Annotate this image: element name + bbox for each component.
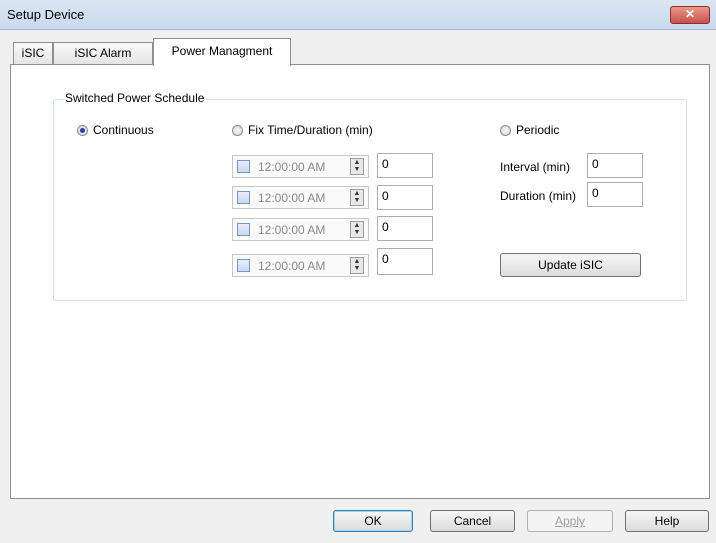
tab-panel: Switched Power Schedule Continuous Fix T…	[10, 64, 710, 499]
continuous-label: Continuous	[93, 123, 154, 137]
window-title: Setup Device	[7, 7, 85, 22]
radio-unchecked-icon	[232, 124, 243, 136]
time-value: 12:00:00 AM	[258, 259, 326, 273]
time-value: 12:00:00 AM	[258, 223, 326, 237]
radio-unchecked-icon	[500, 124, 511, 136]
time-enable-checkbox[interactable]	[237, 160, 250, 173]
interval-label: Interval (min)	[500, 160, 571, 174]
duration-field-1[interactable]: 0	[377, 153, 433, 178]
time-value: 12:00:00 AM	[258, 191, 326, 205]
close-button[interactable]: ✕	[670, 6, 710, 24]
time-picker-3[interactable]: 12:00:00 AM ▲ ▼	[232, 218, 369, 241]
time-picker-1[interactable]: 12:00:00 AM ▲ ▼	[232, 155, 369, 178]
duration-field-2[interactable]: 0	[377, 185, 433, 210]
group-title: Switched Power Schedule	[63, 91, 207, 105]
continuous-radio[interactable]: Continuous	[77, 123, 154, 137]
help-button[interactable]: Help	[625, 510, 709, 532]
title-bar: Setup Device ✕	[0, 0, 716, 30]
tab-isic[interactable]: iSIC	[13, 42, 53, 64]
spin-updown-icon[interactable]: ▲ ▼	[350, 221, 364, 238]
tab-power-management[interactable]: Power Managment	[153, 38, 291, 66]
spin-updown-icon[interactable]: ▲ ▼	[350, 189, 364, 206]
close-icon: ✕	[684, 7, 696, 21]
duration-label: Duration (min)	[500, 189, 577, 203]
time-picker-4[interactable]: 12:00:00 AM ▲ ▼	[232, 254, 369, 277]
spin-updown-icon[interactable]: ▲ ▼	[350, 158, 364, 175]
periodic-duration-field[interactable]: 0	[587, 182, 643, 207]
radio-checked-icon	[77, 124, 88, 136]
apply-label: Apply	[554, 514, 586, 528]
duration-field-3[interactable]: 0	[377, 216, 433, 241]
interval-field[interactable]: 0	[587, 153, 643, 178]
time-enable-checkbox[interactable]	[237, 223, 250, 236]
tab-isic-alarm[interactable]: iSIC Alarm	[53, 42, 153, 64]
fix-time-radio[interactable]: Fix Time/Duration (min)	[232, 123, 373, 137]
cancel-button[interactable]: Cancel	[430, 510, 515, 532]
switched-power-schedule-group: Switched Power Schedule Continuous Fix T…	[53, 91, 687, 301]
periodic-radio[interactable]: Periodic	[500, 123, 559, 137]
time-enable-checkbox[interactable]	[237, 259, 250, 272]
time-picker-2[interactable]: 12:00:00 AM ▲ ▼	[232, 186, 369, 209]
fix-time-label: Fix Time/Duration (min)	[248, 123, 373, 137]
ok-button[interactable]: OK	[333, 510, 413, 532]
time-enable-checkbox[interactable]	[237, 191, 250, 204]
update-isic-button[interactable]: Update iSIC	[500, 253, 641, 277]
spin-updown-icon[interactable]: ▲ ▼	[350, 257, 364, 274]
periodic-label: Periodic	[516, 123, 560, 137]
duration-field-4[interactable]: 0	[377, 248, 433, 275]
time-value: 12:00:00 AM	[258, 160, 326, 174]
apply-button[interactable]: Apply	[527, 510, 613, 532]
